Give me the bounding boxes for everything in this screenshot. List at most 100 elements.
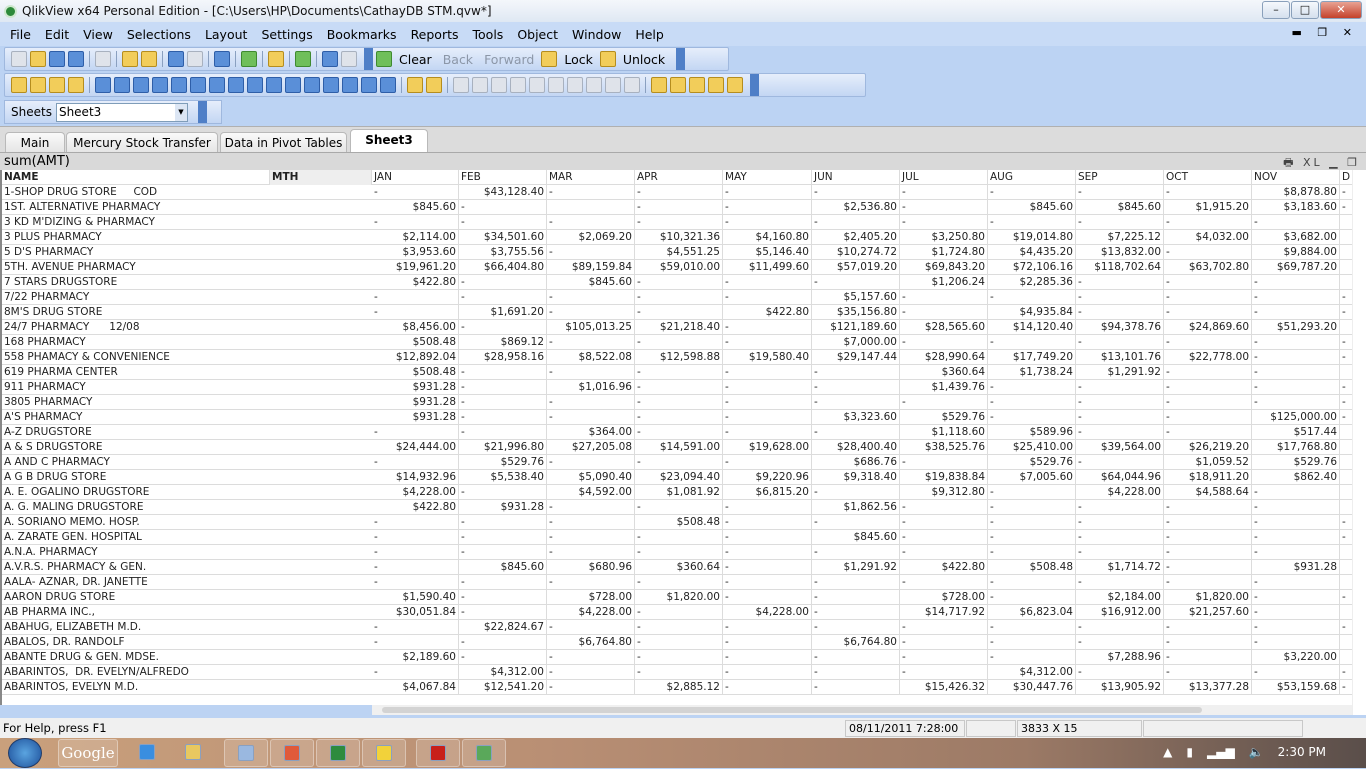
demote-sheet-icon[interactable]: [49, 77, 65, 93]
menu-edit[interactable]: Edit: [45, 27, 69, 42]
space-horizontal-icon[interactable]: [529, 77, 545, 93]
row-name[interactable]: 168 PHARMACY: [2, 335, 372, 350]
undo-icon[interactable]: [168, 51, 184, 67]
container-icon[interactable]: [342, 77, 358, 93]
row-name[interactable]: 3 PLUS PHARMACY: [2, 230, 372, 245]
custom-object-icon[interactable]: [361, 77, 377, 93]
snap-icon[interactable]: [426, 77, 442, 93]
slider-icon[interactable]: [285, 77, 301, 93]
tab-mercury-stock-transfer[interactable]: Mercury Stock Transfer: [66, 132, 218, 153]
document-icon[interactable]: [708, 77, 724, 93]
button-icon[interactable]: [228, 77, 244, 93]
column-header-aug[interactable]: AUG: [988, 170, 1076, 185]
context-help-icon[interactable]: [341, 51, 357, 67]
lock-button[interactable]: Lock: [564, 52, 593, 67]
menu-object[interactable]: Object: [517, 27, 558, 42]
row-name[interactable]: A.N.A. PHARMACY: [2, 545, 372, 560]
row-name[interactable]: ABAHUG, ELIZABETH M.D.: [2, 620, 372, 635]
search-icon[interactable]: [214, 51, 230, 67]
reload-data-icon[interactable]: [141, 51, 157, 67]
row-name[interactable]: A-Z DRUGSTORE: [2, 425, 372, 440]
row-name[interactable]: ABANTE DRUG & GEN. MDSE.: [2, 650, 372, 665]
column-header-oct[interactable]: OCT: [1164, 170, 1252, 185]
row-name[interactable]: A. SORIANO MEMO. HOSP.: [2, 515, 372, 530]
yahoo-messenger-taskbar-button[interactable]: [362, 739, 406, 767]
align-center-icon[interactable]: [472, 77, 488, 93]
listbox-icon[interactable]: [95, 77, 111, 93]
sheet-dropdown[interactable]: Sheet3 ▼: [55, 102, 188, 122]
file-explorer-taskbar-button[interactable]: [178, 739, 208, 767]
column-header-may[interactable]: MAY: [723, 170, 812, 185]
align-right-icon[interactable]: [491, 77, 507, 93]
column-header-mar[interactable]: MAR: [547, 170, 635, 185]
row-name[interactable]: ABALOS, DR. RANDOLF: [2, 635, 372, 650]
show-hidden-icons[interactable]: ▲: [1163, 745, 1172, 759]
start-button[interactable]: [8, 738, 42, 768]
align-icon[interactable]: [605, 77, 621, 93]
row-name[interactable]: A. G. MALING DRUGSTORE: [2, 500, 372, 515]
edit-script-icon[interactable]: [122, 51, 138, 67]
internet-explorer-taskbar-button[interactable]: [132, 739, 162, 767]
row-name[interactable]: 558 PHAMACY & CONVENIENCE: [2, 350, 372, 365]
row-name[interactable]: 24/7 PHARMACY 12/08: [2, 320, 372, 335]
minimize-button[interactable]: –: [1262, 1, 1290, 19]
selections-icon[interactable]: [241, 51, 257, 67]
tab-data-in-pivot-tables[interactable]: Data in Pivot Tables: [220, 132, 347, 153]
reload-icon[interactable]: [49, 51, 65, 67]
print-icon[interactable]: [95, 51, 111, 67]
power-icon[interactable]: ▮: [1186, 745, 1193, 759]
vertical-scrollbar[interactable]: [1352, 170, 1366, 715]
tab-sheet3[interactable]: Sheet3: [350, 129, 428, 153]
row-name[interactable]: 8M'S DRUG STORE: [2, 305, 372, 320]
adobe-reader-taskbar-button[interactable]: [416, 739, 460, 767]
column-header-feb[interactable]: FEB: [459, 170, 547, 185]
caption-icons[interactable]: 🖶 XL ▁ ❐: [1283, 154, 1360, 171]
unlock-button[interactable]: Unlock: [623, 52, 665, 67]
chevron-down-icon[interactable]: ▼: [174, 103, 187, 121]
row-name[interactable]: AB PHARMA INC.,: [2, 605, 372, 620]
user-icon[interactable]: [651, 77, 667, 93]
column-header-jul[interactable]: JUL: [900, 170, 988, 185]
forward-button[interactable]: Forward: [484, 52, 534, 67]
menu-reports[interactable]: Reports: [411, 27, 459, 42]
text-object-icon[interactable]: [247, 77, 263, 93]
align-bottom-icon[interactable]: [510, 77, 526, 93]
column-header-apr[interactable]: APR: [635, 170, 723, 185]
redo-icon[interactable]: [187, 51, 203, 67]
row-name[interactable]: 619 PHARMA CENTER: [2, 365, 372, 380]
back-button[interactable]: Back: [443, 52, 473, 67]
google-toolbar-button[interactable]: Google: [58, 739, 118, 767]
column-header-sep[interactable]: SEP: [1076, 170, 1164, 185]
edit-icon[interactable]: [689, 77, 705, 93]
align-left-icon[interactable]: [453, 77, 469, 93]
column-header-name[interactable]: NAME: [2, 170, 270, 185]
column-header-jan[interactable]: JAN: [372, 170, 459, 185]
maximize-button[interactable]: □: [1291, 1, 1319, 19]
save-icon[interactable]: [68, 51, 84, 67]
chart-icon[interactable]: [171, 77, 187, 93]
document-window-controls[interactable]: ▬ ❐ ✕: [1292, 26, 1358, 39]
column-header-mth[interactable]: MTH: [270, 170, 372, 185]
center-icon[interactable]: [586, 77, 602, 93]
scroll-thumb[interactable]: [382, 707, 1202, 713]
row-name[interactable]: AALA- AZNAR, DR. JANETTE: [2, 575, 372, 590]
row-name[interactable]: A. ZARATE GEN. HOSPITAL: [2, 530, 372, 545]
toolbar-overflow[interactable]: [364, 48, 373, 70]
column-header-jun[interactable]: JUN: [812, 170, 900, 185]
row-name[interactable]: A & S DRUGSTORE: [2, 440, 372, 455]
clear-button[interactable]: Clear: [399, 52, 432, 67]
close-button[interactable]: ✕: [1320, 1, 1362, 19]
search-object-icon[interactable]: [323, 77, 339, 93]
menu-layout[interactable]: Layout: [205, 27, 248, 42]
space-vertical-icon[interactable]: [567, 77, 583, 93]
row-name[interactable]: 5 D'S PHARMACY: [2, 245, 372, 260]
excel-taskbar-button[interactable]: [316, 739, 360, 767]
open-icon[interactable]: [30, 51, 46, 67]
row-name[interactable]: 911 PHARMACY: [2, 380, 372, 395]
horizontal-scrollbar[interactable]: [372, 705, 1352, 715]
row-name[interactable]: 1-SHOP DRUG STORE COD: [2, 185, 372, 200]
column-header-nov[interactable]: NOV: [1252, 170, 1340, 185]
menu-file[interactable]: File: [10, 27, 31, 42]
table-box-icon[interactable]: [133, 77, 149, 93]
format-painter-icon[interactable]: [407, 77, 423, 93]
